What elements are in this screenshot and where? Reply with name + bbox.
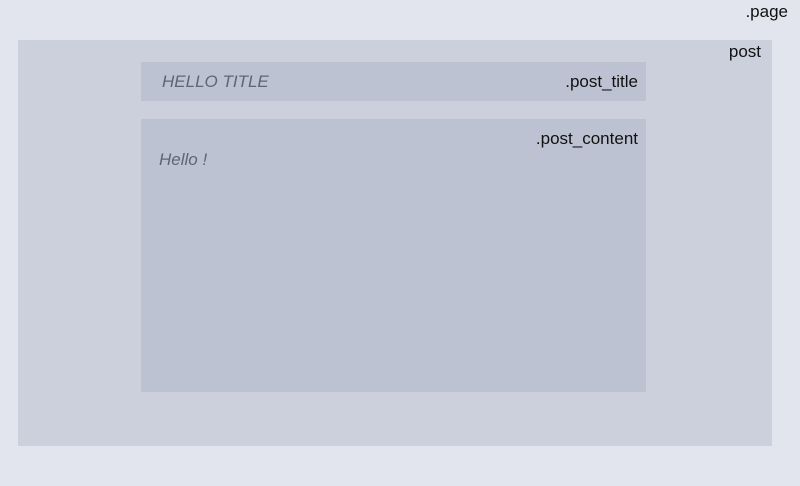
post-content-text: Hello ! bbox=[159, 150, 208, 169]
page-region-label: .page bbox=[745, 2, 788, 21]
post-container: post HELLO TITLE .post_title .post_conte… bbox=[18, 40, 772, 446]
post-title-region-label: .post_title bbox=[565, 72, 638, 91]
post-content-block: .post_content Hello ! bbox=[141, 119, 646, 392]
post-content-region-label: .post_content bbox=[535, 129, 638, 148]
post-region-label: post bbox=[728, 42, 761, 61]
post-title-block: HELLO TITLE .post_title bbox=[141, 62, 646, 101]
post-title-text: HELLO TITLE bbox=[162, 72, 269, 91]
